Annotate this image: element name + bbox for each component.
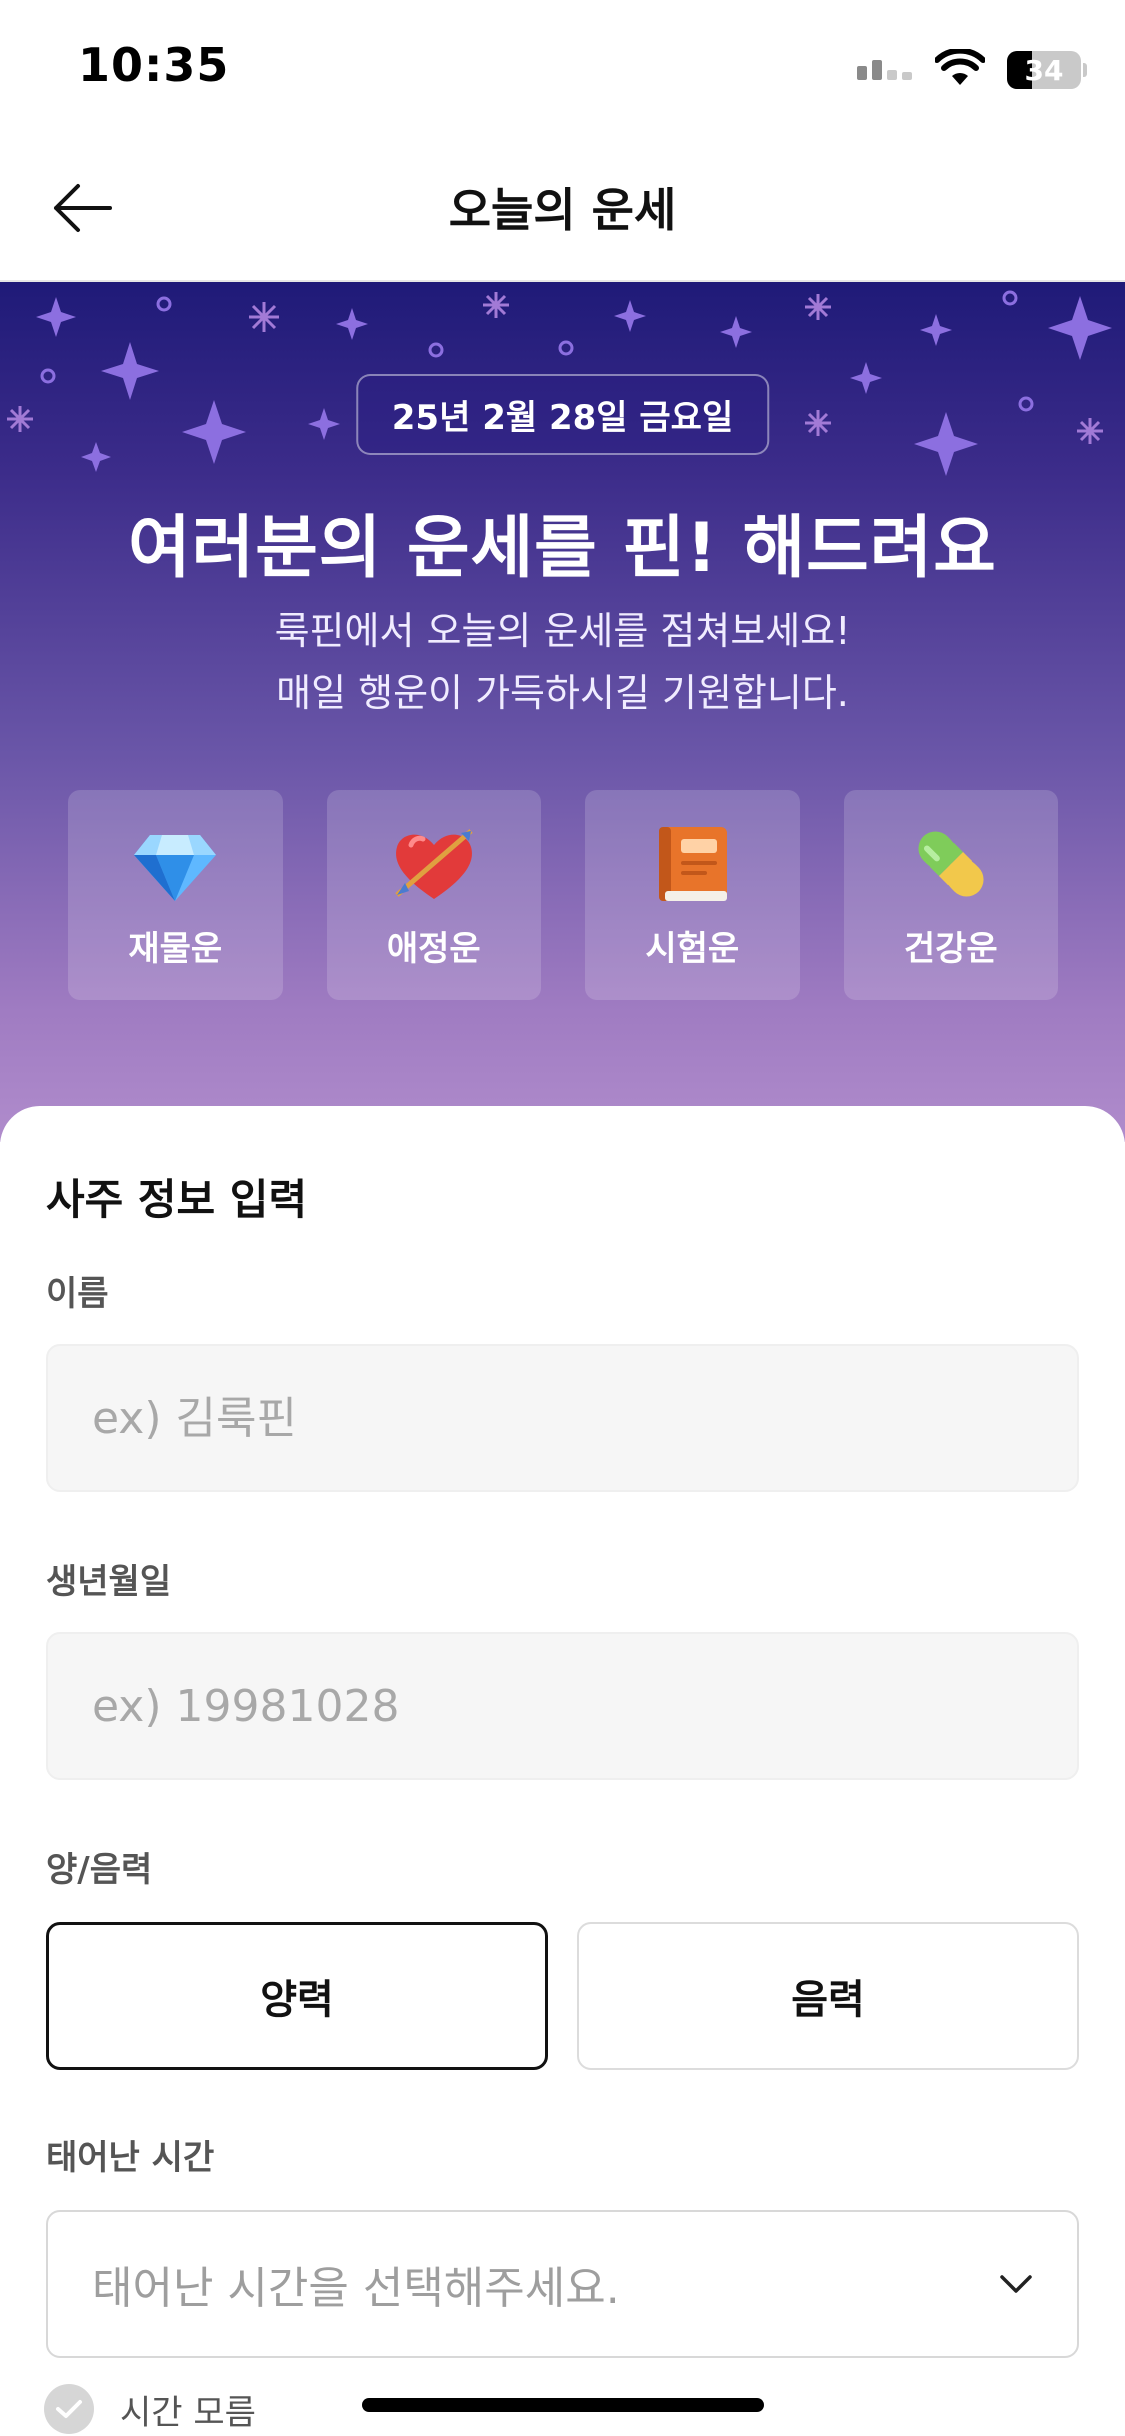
birth-time-placeholder: 태어난 시간을 선택해주세요. (92, 2263, 620, 2314)
fortune-card-exam[interactable]: 시험운 (585, 790, 800, 1000)
status-icons: 34 (857, 47, 1087, 92)
checkmark-icon (44, 2384, 94, 2434)
hero-title: 여러분의 운세를 핀! 해드려요 (128, 509, 997, 588)
fortune-label: 시험운 (645, 928, 740, 969)
wifi-icon (934, 47, 986, 91)
pill-icon (918, 830, 984, 897)
heart-arrow-icon (395, 828, 473, 899)
solar-calendar-button[interactable]: 양력 (46, 1922, 548, 2070)
status-time: 10:35 (78, 38, 230, 92)
battery-icon: 34 (1007, 51, 1087, 89)
status-bar: 10:35 34 (0, 0, 1125, 140)
birth-time-label: 태어난 시간 (46, 2138, 215, 2178)
nav-header: 오늘의 운세 (0, 140, 1125, 282)
battery-level: 34 (1024, 53, 1064, 87)
unknown-time-label: 시간 모름 (120, 2392, 256, 2433)
hero-subtitle-line2: 매일 행운이 가득하시길 기원합니다. (276, 671, 849, 715)
fortune-categories: 재물운 애정운 시험운 건강운 (68, 790, 1058, 1000)
lunar-calendar-button[interactable]: 음력 (577, 1922, 1079, 2070)
fortune-card-wealth[interactable]: 재물운 (68, 790, 283, 1000)
fortune-card-health[interactable]: 건강운 (843, 790, 1058, 1000)
gem-icon (134, 834, 217, 901)
calendar-type-label: 양/음력 (46, 1850, 153, 1890)
birthdate-label: 생년월일 (46, 1562, 172, 1602)
chevron-down-icon (1000, 2275, 1032, 2293)
book-icon (659, 826, 728, 901)
fortune-label: 애정운 (386, 928, 481, 969)
section-title: 사주 정보 입력 (46, 1175, 308, 1224)
name-label: 이름 (46, 1274, 109, 1314)
saju-form-sheet: 사주 정보 입력 이름 생년월일 양/음력 양력 음력 태어난 시간 태어난 시… (0, 1106, 1125, 2436)
cellular-signal-icon (857, 56, 913, 84)
unknown-time-checkbox[interactable]: 시간 모름 (44, 2384, 256, 2434)
hero-subtitle: 룩핀에서 오늘의 운세를 점쳐보세요! 매일 행운이 가득하시길 기원합니다. (0, 600, 1125, 724)
fortune-label: 재물운 (128, 928, 223, 969)
fortune-card-love[interactable]: 애정운 (326, 790, 541, 1000)
birth-time-select[interactable]: 태어난 시간을 선택해주세요. (46, 2210, 1079, 2358)
home-indicator (362, 2398, 764, 2412)
birthdate-input[interactable] (46, 1632, 1079, 1780)
page-title: 오늘의 운세 (448, 183, 677, 237)
date-badge: 25년 2월 28일 금요일 (355, 374, 770, 455)
fortune-label: 건강운 (903, 928, 998, 969)
hero-subtitle-line1: 룩핀에서 오늘의 운세를 점쳐보세요! (274, 609, 851, 653)
hero-banner: 25년 2월 28일 금요일 여러분의 운세를 핀! 해드려요 룩핀에서 오늘의… (0, 282, 1125, 1142)
name-input[interactable] (46, 1344, 1079, 1492)
